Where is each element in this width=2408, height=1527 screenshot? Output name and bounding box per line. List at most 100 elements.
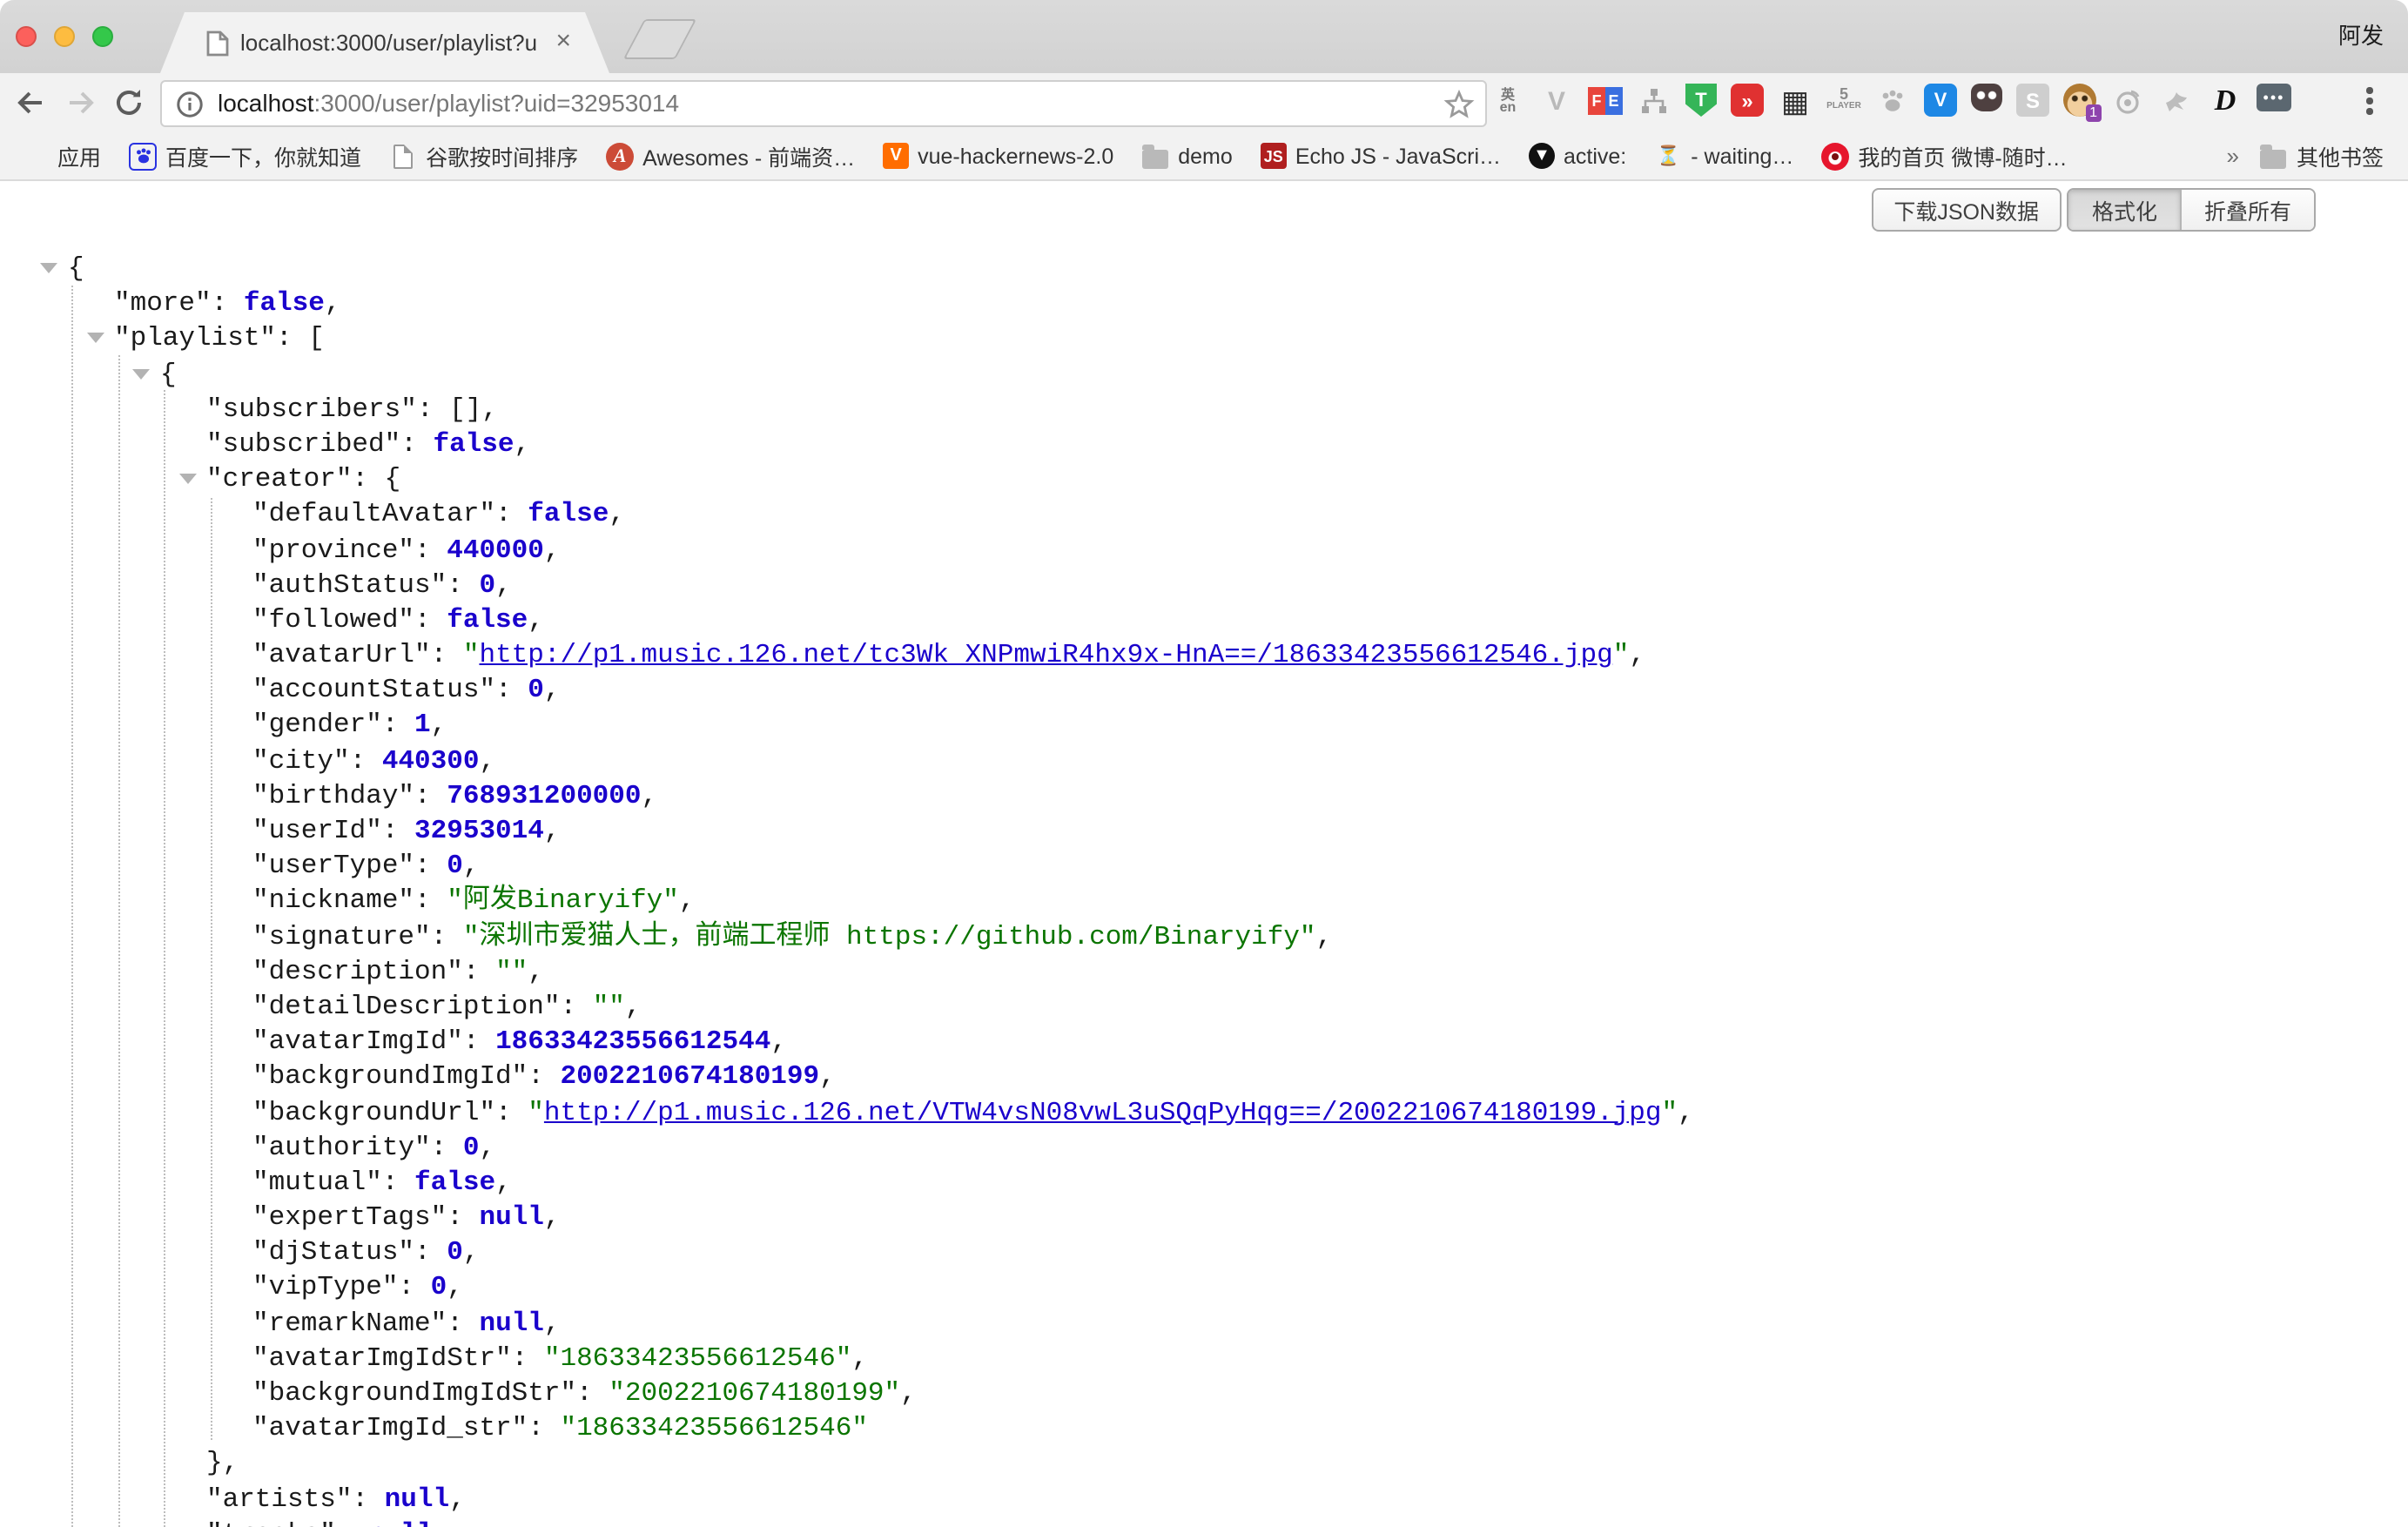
tampermonkey-extension-icon[interactable]: 1 [2063,84,2096,117]
paw-extension-icon[interactable] [1875,84,1910,118]
address-bar[interactable]: localhost:3000/user/playlist?uid=3295301… [160,79,1487,126]
apps-grid-icon [21,142,49,170]
json-row: "vipType": 0, [0,1270,2408,1305]
folder-icon [1142,149,1168,168]
json-row: "backgroundUrl": "http://p1.music.126.ne… [0,1094,2408,1129]
bookmark-label: demo [1178,144,1233,168]
minimize-window-button[interactable] [54,26,75,47]
bookmark-item-baidu[interactable]: 百度一下，你就知道 [129,139,361,172]
tab-close-icon[interactable]: × [555,26,571,57]
json-row: "more": false, [0,286,2408,320]
bookmark-item-waiting[interactable]: ⏳ - waiting… [1654,142,1793,170]
bookmark-label: 谷歌按时间排序 [426,139,578,172]
weibo-gray-extension-icon[interactable] [2110,84,2145,118]
json-row: "tracks": null, [0,1517,2408,1527]
password-manager-extension-icon[interactable]: ••• [2257,84,2291,111]
json-url-link[interactable]: http://p1.music.126.net/VTW4vsN08vwL3uSQ… [544,1096,1662,1127]
bookmark-item-google-sort[interactable]: 谷歌按时间排序 [389,139,578,172]
toolbar: localhost:3000/user/playlist?uid=3295301… [0,73,2408,132]
close-window-button[interactable] [16,26,37,47]
json-row: "city": 440300, [0,743,2408,777]
url-text[interactable]: localhost:3000/user/playlist?uid=3295301… [218,89,679,117]
d-extension-icon[interactable]: D [2208,84,2243,118]
bookmark-item-apps[interactable]: 应用 [21,139,101,172]
json-row: "djStatus": 0, [0,1235,2408,1270]
down-arrow-circle-icon: ▼ [1529,143,1555,169]
json-row: "birthday": 768931200000, [0,778,2408,813]
mask-extension-icon[interactable] [1971,84,2002,111]
download-json-button[interactable]: 下载JSON数据 [1871,188,2062,232]
url-host: localhost [218,89,314,117]
reload-icon[interactable] [111,85,146,120]
json-row: "backgroundImgId": 2002210674180199, [0,1059,2408,1094]
collapse-arrow-icon[interactable] [132,368,150,379]
collapse-arrow-icon[interactable] [40,263,57,273]
page-content: 下载JSON数据 格式化 折叠所有 {"more": false,"playli… [0,183,2408,1527]
bookmark-item-weibo[interactable]: 我的首页 微博-随时… [1821,139,2067,172]
bookmark-item-awesomes[interactable]: A Awesomes - 前端资… [606,139,855,172]
json-row: "playlist": [ [0,321,2408,356]
json-row: "followed": false, [0,602,2408,637]
url-path: :3000/user/playlist?uid=32953014 [314,89,680,117]
s-extension-icon[interactable]: S [2016,84,2049,117]
qr-code-extension-icon[interactable]: ▦ [1778,84,1813,118]
bookmark-label: - waiting… [1691,144,1793,168]
json-row: "avatarImgIdStr": "18633423556612546", [0,1341,2408,1376]
skip-extension-icon[interactable]: » [1731,84,1764,117]
json-row: "detailDescription": "", [0,989,2408,1024]
json-row: "expertTags": null, [0,1200,2408,1234]
json-row: "artists": null, [0,1481,2408,1516]
collapse-all-button[interactable]: 折叠所有 [2182,190,2314,230]
page-info-icon[interactable] [176,90,204,126]
bookmark-label: Echo JS - JavaScri… [1295,144,1501,168]
collapse-arrow-icon[interactable] [86,333,104,344]
weibo-icon [1821,142,1849,170]
bookmark-item-vue-hackernews[interactable]: V vue-hackernews-2.0 [883,143,1113,169]
html5-player-extension-icon[interactable]: 5PLAYER [1826,84,1861,118]
fe-extension-icon[interactable]: FE [1588,84,1623,118]
new-tab-button[interactable] [623,19,696,59]
json-row: { [0,251,2408,286]
bookmark-label: 我的首页 微博-随时… [1858,139,2067,172]
json-row: "province": 440000, [0,532,2408,567]
forward-icon[interactable] [63,85,98,120]
tab-title: localhost:3000/user/playlist?u [240,30,540,56]
vue-icon: V [883,143,909,169]
extensions-row: 英en V FE T » ▦ 5PLAYER V S 1 D ••• [1490,84,2291,118]
json-row: "mutual": false, [0,1165,2408,1200]
fullscreen-window-button[interactable] [92,26,113,47]
page-favicon-icon [205,30,230,66]
bookmark-label: 应用 [57,139,101,172]
translate-extension-icon[interactable]: 英en [1490,84,1525,118]
json-url-link[interactable]: http://p1.music.126.net/tc3Wk_XNPmwiR4hx… [479,639,1612,670]
other-bookmarks[interactable]: 其他书签 [2260,139,2384,172]
json-row: "defaultAvatar": false, [0,497,2408,532]
bookmarks-overflow-chevron[interactable]: » [2227,143,2239,169]
json-row: "authStatus": 0, [0,567,2408,602]
format-button[interactable]: 格式化 [2069,190,2182,230]
profile-name[interactable]: 阿发 [2338,0,2384,73]
json-row: { [0,356,2408,391]
json-row: "backgroundImgIdStr": "2002210674180199"… [0,1376,2408,1410]
json-row: "subscribed": false, [0,427,2408,461]
hourglass-icon: ⏳ [1654,142,1682,170]
json-row: }, [0,1446,2408,1481]
back-icon[interactable] [14,85,49,120]
collapse-arrow-icon[interactable] [178,474,196,484]
browser-tab[interactable]: localhost:3000/user/playlist?u × [160,12,609,73]
shield-extension-icon[interactable]: T [1685,84,1717,117]
hummingbird-extension-icon[interactable] [2159,84,2194,118]
bookmark-item-demo[interactable]: demo [1141,142,1233,170]
json-row: "avatarImgId": 18633423556612544, [0,1024,2408,1059]
sitemap-extension-icon[interactable] [1637,84,1671,118]
bookmark-item-active[interactable]: ▼ active: [1529,143,1626,169]
bookmark-item-echojs[interactable]: JS Echo JS - JavaScri… [1261,143,1501,169]
json-row: "remarkName": null, [0,1305,2408,1340]
bookmark-label: 百度一下，你就知道 [165,139,361,172]
format-collapse-segmented-control: 格式化 折叠所有 [2068,188,2316,232]
browser-menu-icon[interactable] [2352,84,2387,118]
bookmark-star-icon[interactable] [1443,88,1475,128]
bookmark-label: vue-hackernews-2.0 [918,144,1113,168]
vimium-extension-icon[interactable]: V [1924,84,1957,117]
vue-devtools-extension-icon[interactable]: V [1539,84,1574,118]
